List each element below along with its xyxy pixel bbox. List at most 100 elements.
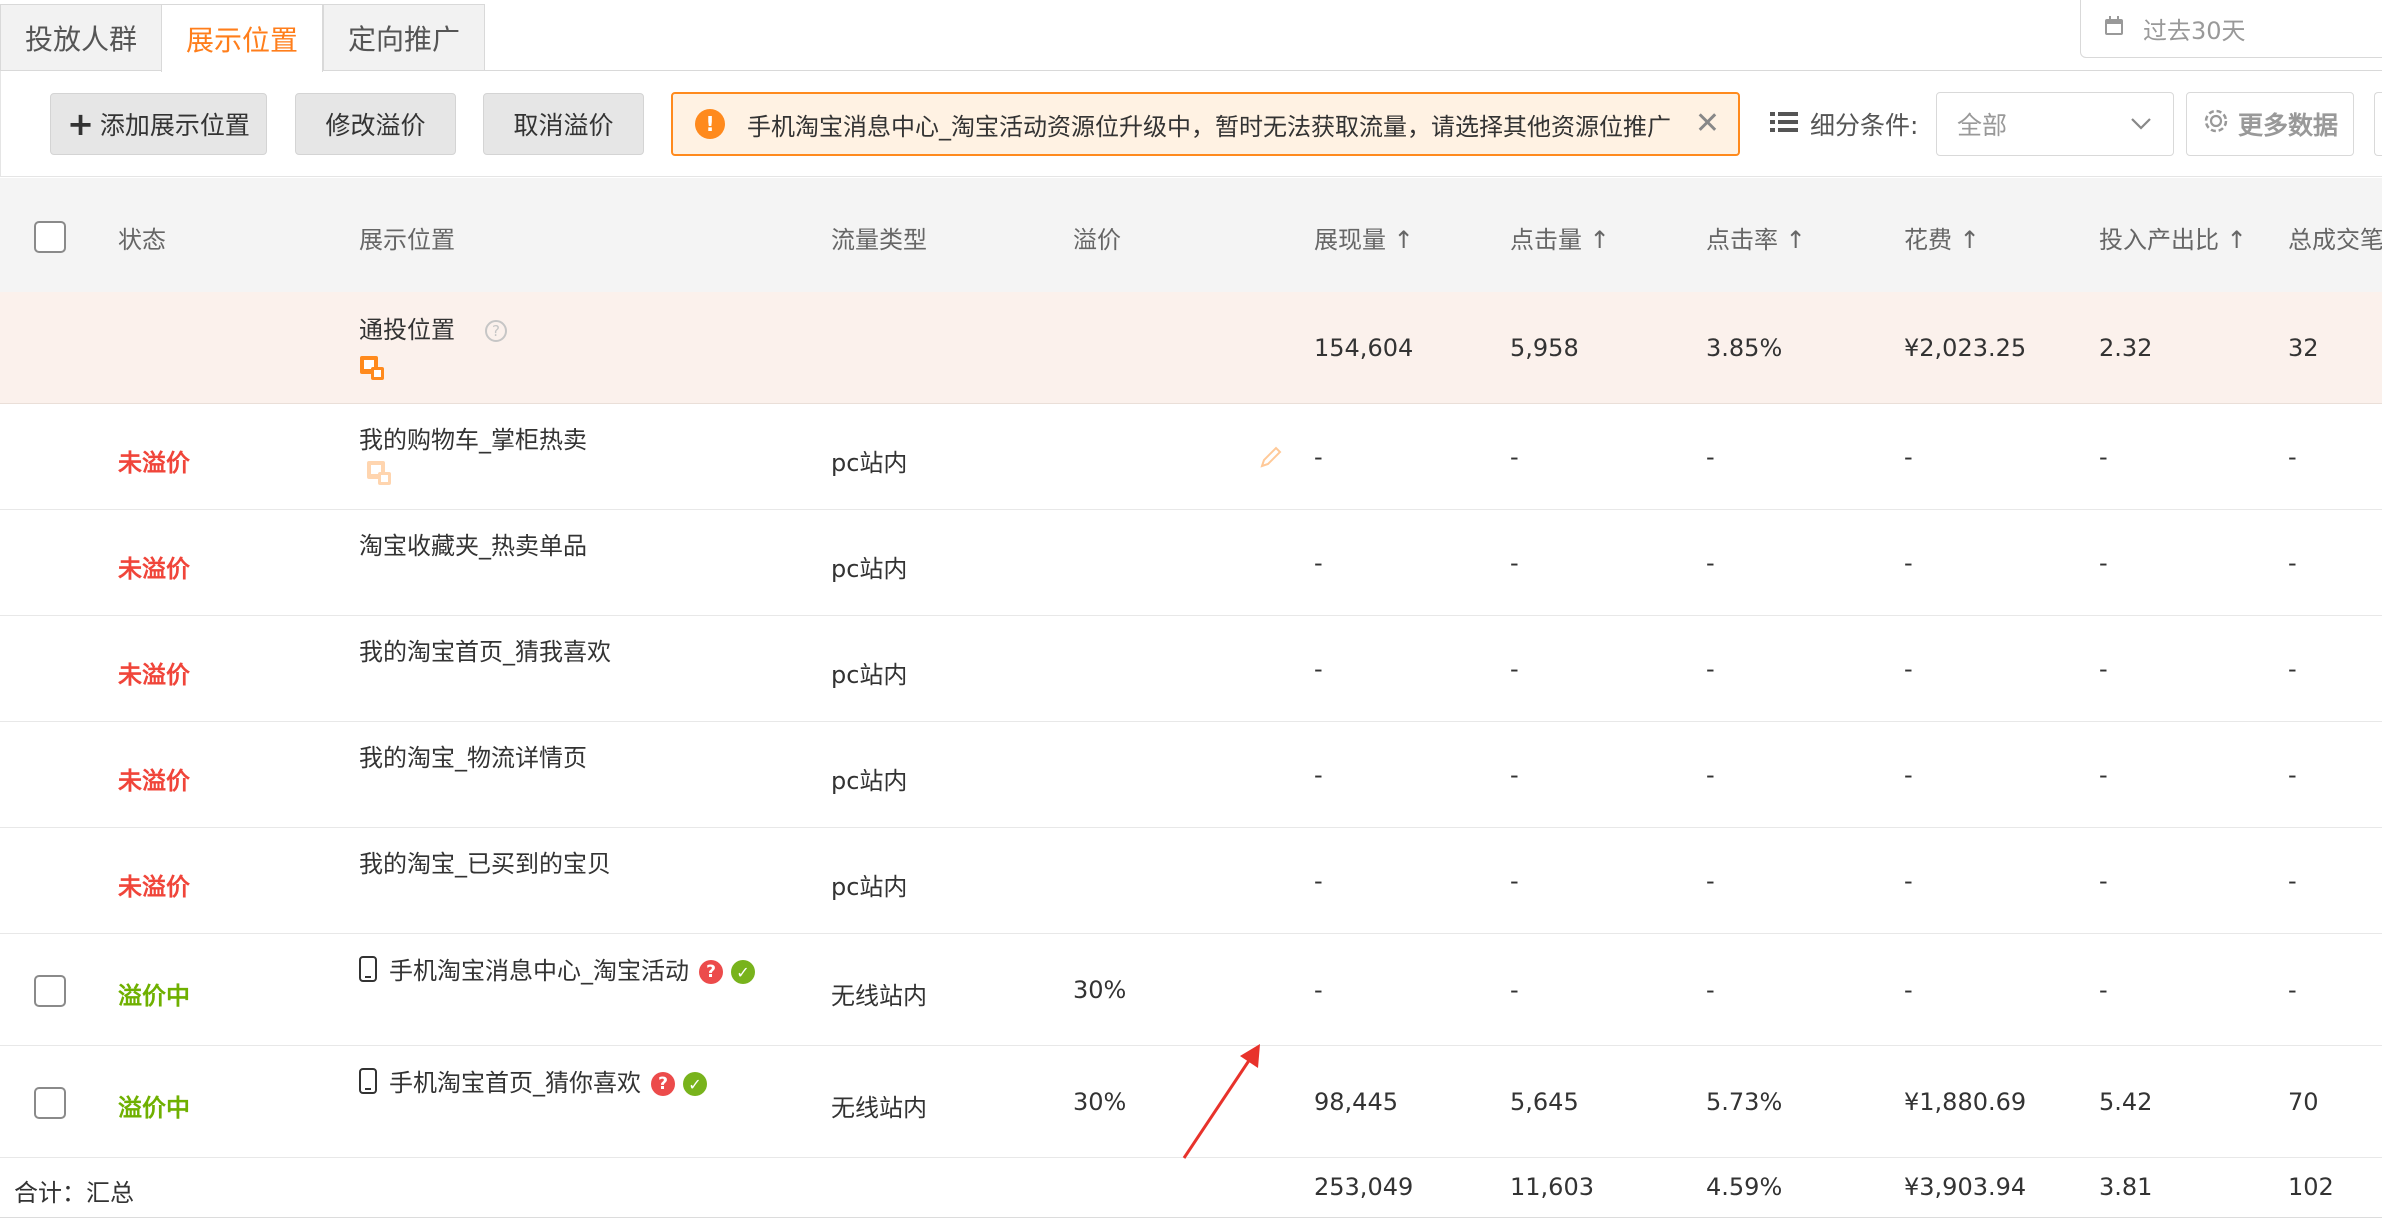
- row-checkbox[interactable]: [34, 1087, 66, 1119]
- col-ctr[interactable]: 点击率 ↑: [1706, 220, 1806, 255]
- position-name: 我的淘宝_物流详情页: [359, 744, 587, 772]
- clicks-value: 5,645: [1510, 1088, 1579, 1116]
- tab-audience[interactable]: 投放人群: [0, 4, 162, 70]
- cancel-premium-button[interactable]: 取消溢价: [483, 93, 644, 155]
- date-range-picker[interactable]: 过去30天: [2080, 0, 2382, 58]
- mobile-icon: [359, 1068, 377, 1100]
- alert-text: 手机淘宝消息中心_淘宝活动资源位升级中，暂时无法获取流量，请选择其他资源位推广: [747, 112, 1671, 141]
- impressions-value: -: [1314, 867, 1323, 895]
- impressions-value: -: [1314, 976, 1323, 1004]
- traffic-type: pc站内: [831, 661, 908, 689]
- col-roi[interactable]: 投入产出比 ↑: [2099, 220, 2247, 255]
- ctr-value: -: [1706, 761, 1715, 789]
- col-cost[interactable]: 花费 ↑: [1904, 220, 1980, 255]
- status-label: 未溢价: [118, 555, 190, 583]
- clicks-value: -: [1510, 761, 1519, 789]
- position-name: 手机淘宝首页_猜你喜欢? ✓: [359, 1063, 707, 1100]
- status-label: 溢价中: [118, 1094, 190, 1122]
- total-label: 合计：汇总: [14, 1179, 134, 1207]
- col-traffic-type: 流量类型: [831, 226, 927, 254]
- clicks-value: -: [1510, 549, 1519, 577]
- col-impressions[interactable]: 展现量 ↑: [1314, 220, 1414, 255]
- ctr-value: -: [1706, 443, 1715, 471]
- modify-premium-button[interactable]: 修改溢价: [295, 93, 456, 155]
- total-ctr: 4.59%: [1706, 1173, 1783, 1201]
- question-icon[interactable]: ?: [699, 960, 723, 984]
- orders-value: -: [2288, 443, 2297, 471]
- orders-value: 32: [2288, 334, 2319, 362]
- help-icon[interactable]: ?: [485, 320, 507, 342]
- impressions-value: 154,604: [1314, 334, 1414, 362]
- row-checkbox[interactable]: [34, 975, 66, 1007]
- orders-value: 70: [2288, 1088, 2319, 1116]
- status-label: 未溢价: [118, 661, 190, 689]
- table-row: [0, 722, 2382, 828]
- table-row: [0, 616, 2382, 722]
- table-row: [0, 934, 2382, 1046]
- mobile-icon: [359, 956, 377, 988]
- table-header: [0, 178, 2382, 292]
- total-roi: 3.81: [2099, 1173, 2153, 1201]
- clicks-value: -: [1510, 443, 1519, 471]
- impressions-value: 98,445: [1314, 1088, 1398, 1116]
- position-name: 通投位置?: [359, 310, 507, 345]
- ctr-value: -: [1706, 549, 1715, 577]
- status-label: 未溢价: [118, 767, 190, 795]
- filter-select[interactable]: 全部: [1936, 92, 2174, 156]
- clicks-value: 5,958: [1510, 334, 1579, 362]
- ctr-value: -: [1706, 867, 1715, 895]
- orders-value: -: [2288, 655, 2297, 683]
- traffic-type: 无线站内: [831, 982, 927, 1010]
- warning-icon: !: [695, 109, 725, 139]
- roi-value: -: [2099, 761, 2108, 789]
- status-label: 未溢价: [118, 873, 190, 901]
- premium-value[interactable]: 30%: [1073, 1088, 1126, 1116]
- traffic-type: pc站内: [831, 449, 908, 477]
- position-name: 淘宝收藏夹_热卖单品: [359, 532, 587, 560]
- impressions-value: -: [1314, 655, 1323, 683]
- gear-icon: [2202, 107, 2230, 141]
- more-data-button[interactable]: 更多数据: [2186, 92, 2354, 156]
- roi-value: -: [2099, 655, 2108, 683]
- edit-icon[interactable]: [1258, 444, 1284, 474]
- device-icon: [359, 355, 385, 385]
- cost-value: -: [1904, 761, 1913, 789]
- roi-value: 2.32: [2099, 334, 2153, 362]
- calendar-icon: [2103, 15, 2125, 43]
- cost-value: -: [1904, 867, 1913, 895]
- select-all-checkbox[interactable]: [34, 221, 66, 253]
- impressions-value: -: [1314, 443, 1323, 471]
- toolbar-overflow-edge: [2374, 92, 2382, 156]
- device-icon: [366, 460, 392, 490]
- status-label: 未溢价: [118, 449, 190, 477]
- roi-value: -: [2099, 443, 2108, 471]
- orders-value: -: [2288, 976, 2297, 1004]
- total-cost: ¥3,903.94: [1904, 1173, 2027, 1201]
- orders-value: -: [2288, 761, 2297, 789]
- position-name: 我的淘宝_已买到的宝贝: [359, 850, 611, 878]
- add-placement-button[interactable]: + 添加展示位置: [50, 93, 267, 155]
- close-icon[interactable]: ✕: [1695, 106, 1720, 141]
- col-orders: 总成交笔: [2288, 226, 2382, 254]
- question-icon[interactable]: ?: [651, 1072, 675, 1096]
- traffic-type: pc站内: [831, 767, 908, 795]
- ctr-value: 3.85%: [1706, 334, 1783, 362]
- clicks-value: -: [1510, 867, 1519, 895]
- clicks-value: -: [1510, 655, 1519, 683]
- filter-label: 细分条件:: [1810, 111, 1919, 140]
- total-impressions: 253,049: [1314, 1173, 1414, 1201]
- position-name: 我的购物车_掌柜热卖: [359, 426, 587, 454]
- cost-value: -: [1904, 976, 1913, 1004]
- roi-value: -: [2099, 867, 2108, 895]
- col-clicks[interactable]: 点击量 ↑: [1510, 220, 1610, 255]
- filter-label-group: 细分条件:: [1770, 106, 1918, 142]
- impressions-value: -: [1314, 761, 1323, 789]
- warning-alert: ! 手机淘宝消息中心_淘宝活动资源位升级中，暂时无法获取流量，请选择其他资源位推…: [671, 92, 1740, 156]
- tab-targeting[interactable]: 定向推广: [323, 4, 485, 70]
- total-clicks: 11,603: [1510, 1173, 1594, 1201]
- premium-value[interactable]: 30%: [1073, 976, 1126, 1004]
- tab-placement[interactable]: 展示位置: [161, 4, 323, 72]
- clicks-value: -: [1510, 976, 1519, 1004]
- col-premium: 溢价: [1073, 226, 1121, 254]
- plus-icon: +: [67, 105, 94, 143]
